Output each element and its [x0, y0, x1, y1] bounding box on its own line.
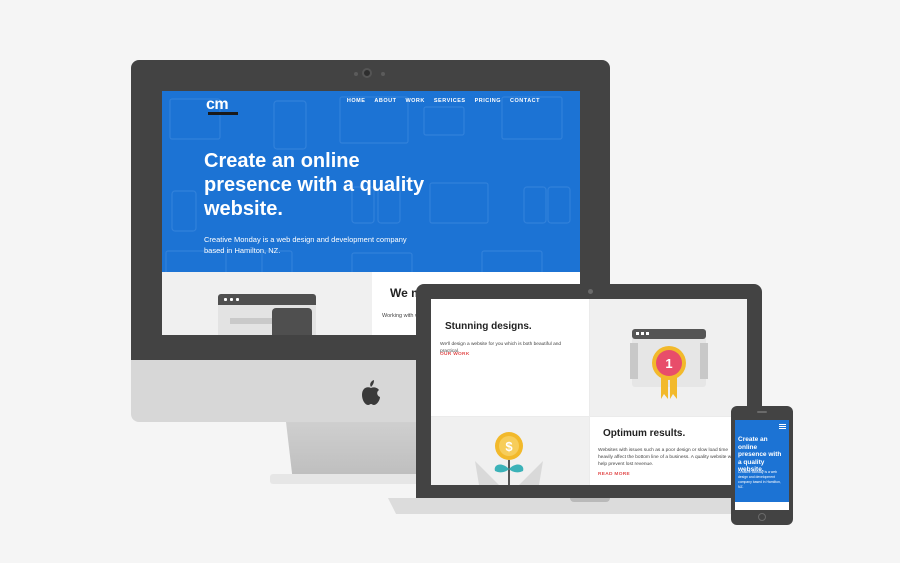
phone-speaker [757, 411, 767, 413]
hamburger-menu-icon[interactable] [779, 424, 786, 429]
nav-pricing[interactable]: PRICING [475, 98, 501, 104]
nav-services[interactable]: SERVICES [434, 98, 466, 104]
card-badge-illustration: 1 [590, 299, 747, 416]
nav-work[interactable]: WORK [405, 98, 424, 104]
card2-heading: Optimum results. [603, 428, 686, 439]
browser-titlebar [218, 294, 316, 305]
card1-heading: Stunning designs. [445, 321, 532, 332]
nav-home[interactable]: HOME [347, 98, 366, 104]
phone-illustration [272, 308, 312, 335]
hero-title: Create an online presence with a quality… [204, 150, 425, 220]
phone-next-section [735, 502, 789, 510]
our-work-link[interactable]: OUR WORK [440, 352, 470, 357]
badge-number: 1 [665, 356, 672, 371]
apple-logo-icon [362, 380, 380, 405]
read-more-link[interactable]: READ MORE [598, 472, 630, 477]
card-stunning-designs: Stunning designs. We'll design a website… [431, 299, 589, 416]
imac-camera [362, 68, 372, 78]
phone-hero-title: Create an online presence with a quality… [738, 436, 782, 473]
card2-text: Websites with issues such as a poor desi… [598, 448, 735, 467]
company-logo[interactable]: cm [206, 96, 238, 116]
phone-website-screen: Create an online presence with a quality… [735, 420, 789, 510]
coin-symbol: $ [505, 439, 513, 454]
main-nav: HOME ABOUT WORK SERVICES PRICING CONTACT [347, 98, 540, 104]
laptop-camera [588, 289, 593, 294]
nav-about[interactable]: ABOUT [374, 98, 396, 104]
logo-strip [208, 112, 238, 115]
money-plant-icon: $ [475, 432, 543, 485]
phone-home-button [758, 513, 766, 521]
imac-sensor-left [354, 72, 358, 76]
card-growth-illustration: $ [431, 417, 589, 485]
award-badge-icon: 1 [630, 329, 708, 399]
laptop-website-screen: Stunning designs. We'll design a website… [431, 299, 747, 485]
phone-hero-subtitle: Creative Monday is a web design and deve… [738, 470, 781, 489]
card-optimum-results: Optimum results. Websites with issues su… [590, 417, 747, 485]
nav-contact[interactable]: CONTACT [510, 98, 540, 104]
imac-sensor-right [381, 72, 385, 76]
hero-subtitle: Creative Monday is a web design and deve… [204, 235, 407, 255]
hero-section: cm HOME ABOUT WORK SERVICES PRICING CONT… [162, 91, 580, 272]
laptop-notch [570, 498, 610, 502]
